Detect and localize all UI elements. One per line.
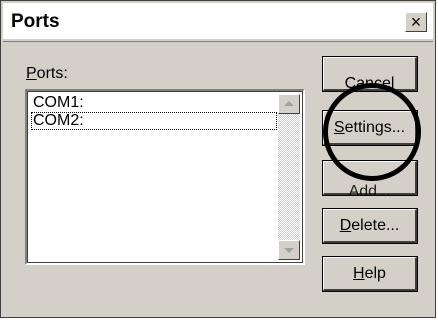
vertical-scrollbar[interactable]: [278, 94, 300, 260]
ports-dialog: Ports × Ports: COM1: COM2: Cancel Settin…: [0, 0, 436, 318]
ports-listbox[interactable]: COM1: COM2:: [25, 89, 305, 265]
ports-label-mnemonic: P: [26, 65, 37, 82]
help-button-label: Help: [353, 265, 386, 283]
scroll-up-button[interactable]: [278, 94, 300, 114]
cancel-button-label: Cancel: [344, 74, 395, 92]
title-bar: Ports ×: [3, 3, 433, 39]
close-button[interactable]: ×: [405, 12, 427, 32]
settings-mnemonic: S: [333, 118, 345, 136]
help-label-rest: elp: [364, 264, 386, 282]
ports-label-rest: orts:: [36, 65, 68, 82]
ports-label: Ports:: [26, 65, 68, 83]
ports-list: COM1: COM2:: [31, 94, 277, 130]
list-item-com2[interactable]: COM2:: [31, 112, 277, 130]
help-mnemonic: H: [353, 264, 365, 282]
arrow-up-icon: [284, 101, 294, 106]
title-separator: [3, 41, 433, 42]
delete-button-label: Delete...: [340, 217, 400, 235]
settings-label-rest: ettings...: [344, 118, 406, 136]
window-title: Ports: [11, 11, 60, 32]
settings-button-label: Settings...: [334, 119, 405, 137]
add-button[interactable]: Add...: [323, 161, 417, 200]
delete-button[interactable]: Delete...: [323, 209, 417, 243]
scroll-down-button[interactable]: [278, 240, 300, 260]
help-button[interactable]: Help: [323, 257, 417, 291]
cancel-button[interactable]: Cancel: [323, 57, 417, 92]
settings-button[interactable]: Settings...: [323, 111, 417, 145]
add-button-label: Add...: [348, 182, 391, 200]
arrow-down-icon: [284, 248, 294, 253]
delete-mnemonic: D: [339, 216, 352, 234]
list-item-com1[interactable]: COM1:: [31, 94, 277, 112]
delete-label-rest: elete...: [351, 216, 400, 234]
